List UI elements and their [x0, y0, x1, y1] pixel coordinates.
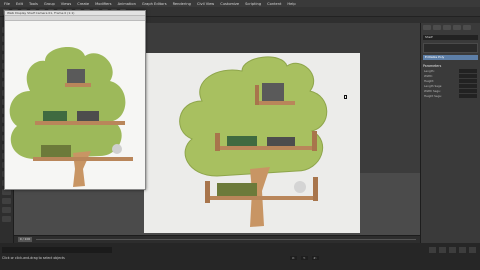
menu-item[interactable]: Rendering: [173, 2, 191, 6]
status-bar: Click or click-and-drag to select object…: [0, 243, 480, 270]
menu-item[interactable]: Help: [287, 2, 295, 6]
x-coord-field[interactable]: X:: [290, 256, 298, 260]
status-message: Click or click-and-drag to select object…: [2, 256, 65, 260]
tree-canopy: [179, 56, 328, 177]
param-spinner[interactable]: [459, 79, 477, 83]
playback-controls: [429, 247, 476, 253]
param-label: Width:: [424, 74, 434, 78]
play-icon[interactable]: [449, 247, 456, 253]
menu-item[interactable]: Create: [77, 2, 89, 6]
maxscript-listener[interactable]: [2, 247, 112, 253]
modify-tab-icon[interactable]: [433, 25, 441, 30]
menu-item[interactable]: Modifiers: [95, 2, 111, 6]
menu-bar: File Edit Tools Group Views Create Modif…: [0, 0, 480, 7]
z-coord-field[interactable]: Z:: [311, 256, 319, 260]
param-label: Length:: [424, 69, 435, 73]
param-spinner[interactable]: [459, 94, 477, 98]
param-spinner[interactable]: [459, 74, 477, 78]
create-tab-icon[interactable]: [423, 25, 431, 30]
param-spinner[interactable]: [459, 84, 477, 88]
object-name-field[interactable]: Shelf: [423, 35, 478, 40]
param-label: Length Segs:: [424, 84, 443, 88]
rendered-tree-shelf-image: [9, 46, 133, 187]
menu-item[interactable]: Tools: [29, 2, 38, 6]
param-spinner[interactable]: [459, 69, 477, 73]
menu-item[interactable]: Customize: [220, 2, 239, 6]
param-label: Height:: [424, 79, 435, 83]
menu-item[interactable]: Views: [61, 2, 71, 6]
display-tab-icon[interactable]: [463, 25, 471, 30]
modifier-list[interactable]: [423, 43, 478, 53]
param-label: Height Segs:: [424, 94, 442, 98]
timeline[interactable]: 0 / 100: [14, 235, 420, 243]
menu-item[interactable]: Edit: [16, 2, 23, 6]
go-to-end-icon[interactable]: [469, 247, 476, 253]
timeline-track[interactable]: [36, 239, 416, 242]
y-coord-field[interactable]: Y:: [301, 256, 308, 260]
hierarchy-tab-icon[interactable]: [443, 25, 451, 30]
rendered-frame-window[interactable]: Walk Display Shelf Camera 01, Frame 0 (1…: [4, 10, 146, 190]
time-slider[interactable]: 0 / 100: [18, 237, 32, 242]
menu-item[interactable]: File: [4, 2, 10, 6]
menu-item[interactable]: Animation: [118, 2, 136, 6]
modifier-stack-item[interactable]: Editable Poly: [423, 55, 478, 60]
tool-icon[interactable]: [2, 216, 11, 222]
prev-frame-icon[interactable]: [439, 247, 446, 253]
param-row: Length Segs:: [424, 84, 477, 88]
menu-item[interactable]: Scripting: [245, 2, 261, 6]
command-panel: Shelf Editable Poly Parameters Length: W…: [420, 23, 480, 243]
3ds-max-window: File Edit Tools Group Views Create Modif…: [0, 0, 480, 270]
motion-tab-icon[interactable]: [453, 25, 461, 30]
menu-item[interactable]: Content: [267, 2, 281, 6]
param-row: Length:: [424, 69, 477, 73]
param-spinner[interactable]: [459, 89, 477, 93]
coordinate-display: X: Y: Z:: [290, 256, 319, 260]
tool-icon[interactable]: [2, 207, 11, 213]
menu-item[interactable]: Civil View: [197, 2, 214, 6]
render-canvas: [5, 21, 145, 189]
param-row: Height Segs:: [424, 94, 477, 98]
next-frame-icon[interactable]: [459, 247, 466, 253]
tree-shelf-model[interactable]: [172, 51, 352, 231]
param-label: Width Segs:: [424, 89, 441, 93]
param-row: Width Segs:: [424, 89, 477, 93]
param-row: Height:: [424, 79, 477, 83]
cursor-icon: [344, 95, 347, 99]
command-panel-tabs: [421, 23, 480, 32]
menu-item[interactable]: Group: [44, 2, 55, 6]
go-to-start-icon[interactable]: [429, 247, 436, 253]
tool-icon[interactable]: [2, 198, 11, 204]
param-row: Width:: [424, 74, 477, 78]
parameters-rollout-title[interactable]: Parameters: [423, 64, 478, 68]
menu-item[interactable]: Graph Editors: [142, 2, 167, 6]
